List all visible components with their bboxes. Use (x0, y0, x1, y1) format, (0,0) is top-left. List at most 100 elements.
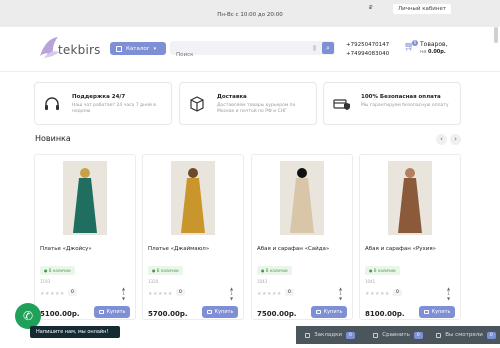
chat-prompt[interactable]: Напишите нам, мы онлайн! (30, 326, 120, 338)
stock-badge: ● В наличии (148, 266, 183, 275)
product-price: 7500.00р. (257, 310, 297, 318)
currency-selector[interactable]: ₽ (369, 5, 373, 11)
scrollbar[interactable] (494, 27, 498, 327)
bottom-bar: Закладки 0 Сравнить 0 Вы смотрели 0 (296, 326, 500, 344)
cart-sum-prefix: на (420, 49, 427, 55)
header: tekbirs Каталог ▾ ⫼ ⌕ +79250470147 +7499… (0, 27, 500, 70)
search-icon: ⌕ (326, 44, 330, 52)
feature-payment: 100% Безопасная оплата Мы гарантируем бе… (323, 82, 461, 125)
cart[interactable]: 🛒︎ 0 Товаров, на 0.00р. (404, 40, 464, 55)
box-icon (190, 96, 204, 112)
chevron-down-icon: ▾ (153, 45, 157, 52)
product-card[interactable]: Абая и сарафан «Рухия» ● В наличии 1041 ★★★… (359, 154, 461, 320)
product-sku: 1193 (40, 279, 51, 284)
viewed-button[interactable]: Вы смотрели 0 (432, 331, 500, 339)
phones: +79250470147 +74994083040 (346, 41, 389, 59)
product-name[interactable]: Платье «Джойсу» (40, 246, 92, 252)
product-name[interactable]: Абая и сарафан «Рухия» (365, 246, 436, 252)
rating-count: 0 (285, 289, 294, 296)
headset-icon (45, 97, 59, 110)
section-title: Новинка (35, 134, 71, 143)
top-bar: Пн-Вс с 10:00 до 20:00 ₽ Личный кабинет (0, 0, 500, 27)
cart-icon (206, 310, 212, 314)
carousel-next-button[interactable]: › (450, 134, 461, 145)
cart-icon (423, 310, 429, 314)
cart-title: Товаров, (420, 41, 448, 48)
carousel-prev-button[interactable]: ‹ (436, 134, 447, 145)
stock-badge: ● В наличии (365, 266, 400, 275)
product-name[interactable]: Платье «Джаймаюл» (148, 246, 209, 252)
product-sku: 1043 (257, 279, 268, 284)
buy-button[interactable]: Купить (202, 306, 238, 318)
stock-label: В наличии (373, 268, 396, 273)
product-image[interactable] (63, 161, 107, 235)
cart-sum-line: на 0.00р. (420, 49, 446, 55)
stock-label: В наличии (265, 268, 288, 273)
buy-button[interactable]: Купить (419, 306, 455, 318)
quantity-stepper[interactable]: ▲ 1 ▼ (338, 286, 343, 301)
header-divider (0, 71, 500, 72)
search-box: ⫼ ⌕ (170, 41, 335, 62)
quantity-stepper[interactable]: ▲ 1 ▼ (446, 286, 451, 301)
phone-1[interactable]: +79250470147 (346, 41, 389, 50)
buy-label: Купить (106, 309, 126, 315)
product-image[interactable] (280, 161, 324, 235)
feature-title: 100% Безопасная оплата (361, 94, 441, 100)
product-sku: 1320 (148, 279, 159, 284)
feature-desc: Доставляем товары курьером по Москве и п… (217, 103, 296, 114)
product-image[interactable] (171, 161, 215, 235)
rating-stars-icon: ★★★★★ (257, 291, 282, 297)
compare-button[interactable]: Сравнить 0 (364, 331, 432, 339)
account-link[interactable]: Личный кабинет (393, 4, 452, 14)
rating-count: 0 (68, 289, 77, 296)
search-button[interactable]: ⌕ (322, 42, 334, 54)
feature-desc: Мы гарантируем безопасную оплату (361, 103, 449, 108)
catalog-label: Каталог (126, 45, 150, 52)
search-input[interactable] (170, 48, 300, 62)
filter-icon[interactable]: ⫼ (313, 45, 316, 53)
product-sku: 1041 (365, 279, 376, 284)
bookmarks-button[interactable]: Закладки 0 (296, 331, 364, 339)
bookmarks-count: 0 (345, 331, 355, 339)
stock-label: В наличии (48, 268, 71, 273)
catalog-button[interactable]: Каталог ▾ (110, 42, 166, 55)
product-image[interactable] (388, 161, 432, 235)
feature-delivery: Доставка Доставляем товары курьером по М… (179, 82, 317, 125)
cart-icon (315, 310, 321, 314)
buy-button[interactable]: Купить (94, 306, 130, 318)
rating-count: 0 (393, 289, 402, 296)
product-name[interactable]: Абая и сарафан «Сайда» (257, 246, 329, 252)
quantity-stepper[interactable]: ▲ 1 ▼ (121, 286, 126, 301)
compare-icon (373, 332, 379, 338)
cart-icon (98, 310, 104, 314)
viewed-label: Вы смотрели (445, 332, 483, 338)
logo[interactable]: tekbirs (36, 34, 100, 62)
stock-badge: ● В наличии (257, 266, 292, 275)
rating-stars-icon: ★★★★★ (148, 291, 173, 297)
viewed-count: 0 (486, 331, 496, 339)
phone-2[interactable]: +74994083040 (346, 50, 389, 59)
buy-label: Купить (323, 309, 343, 315)
cart-sum: 0.00р. (427, 49, 446, 55)
heart-icon (305, 332, 311, 338)
product-card[interactable]: Платье «Джойсу» ● В наличии 1193 ★★★★★ 0 ▲ 1 ▼ 5… (34, 154, 136, 320)
scrollbar-thumb[interactable] (494, 27, 498, 43)
stock-badge: ● В наличии (40, 266, 75, 275)
rating-stars-icon: ★★★★★ (365, 291, 390, 297)
logo-text: tekbirs (58, 43, 101, 57)
product-card[interactable]: Платье «Джаймаюл» ● В наличии 1320 ★★★★★ 0 ▲ 1… (142, 154, 244, 320)
feature-desc: Наш чат работает 24 часа 7 дней в неделю (72, 103, 156, 114)
product-price: 8100.00р. (365, 310, 405, 318)
rating-count: 0 (176, 289, 185, 296)
buy-label: Купить (214, 309, 234, 315)
product-card[interactable]: Абая и сарафан «Сайда» ● В наличии 1043 ★★★… (251, 154, 353, 320)
feature-support: Поддержка 24/7 Наш чат работает 24 часа … (34, 82, 172, 125)
eye-icon (436, 332, 442, 338)
quantity-stepper[interactable]: ▲ 1 ▼ (229, 286, 234, 301)
compare-count: 0 (413, 331, 423, 339)
product-price: 5700.00р. (148, 310, 188, 318)
feature-title: Поддержка 24/7 (72, 94, 126, 100)
product-price: 5100.00р. (40, 310, 80, 318)
buy-button[interactable]: Купить (311, 306, 347, 318)
compare-label: Сравнить (382, 332, 410, 338)
